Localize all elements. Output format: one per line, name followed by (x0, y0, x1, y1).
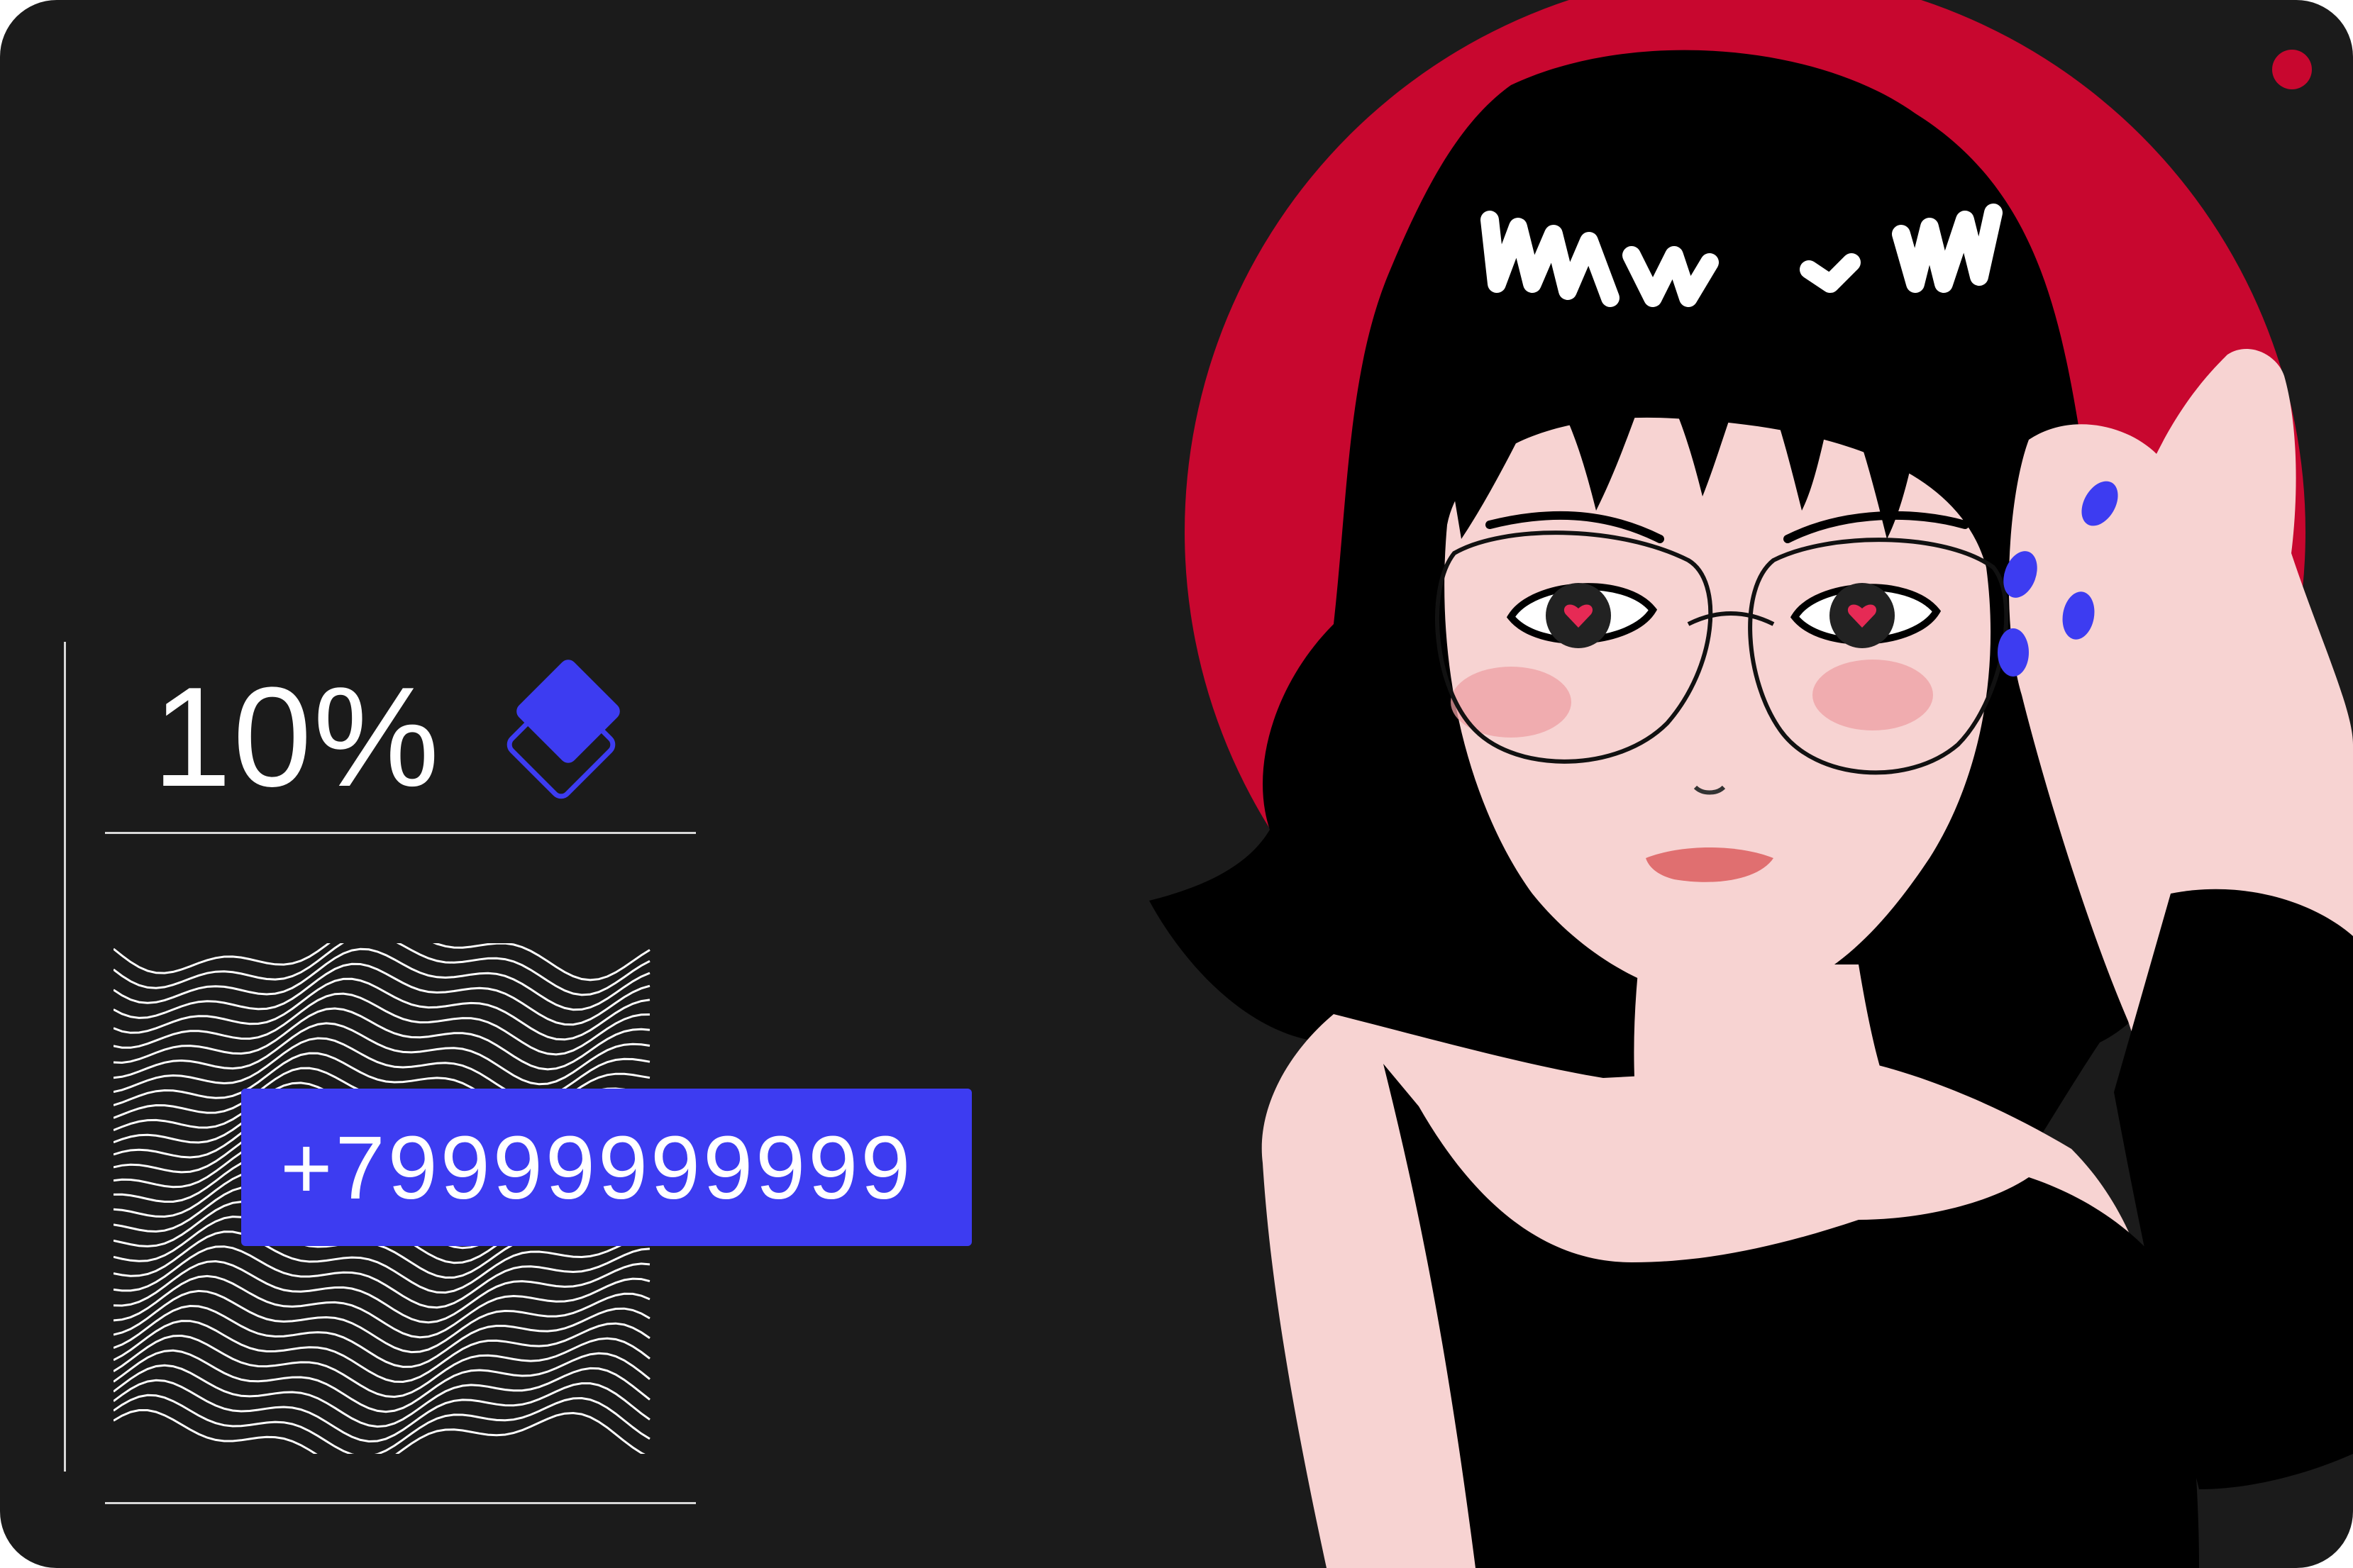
wave-line (114, 1409, 646, 1454)
right-cheek-blush (1812, 660, 1933, 730)
layers-icon (506, 660, 620, 799)
record-dot-icon (2272, 50, 2312, 89)
promo-card: 10% +79999999999 (0, 0, 2353, 1568)
wave-line (114, 1334, 650, 1399)
wave-line (114, 1394, 650, 1454)
wave-line (114, 1022, 650, 1086)
top-divider (105, 832, 696, 834)
discount-percentage: 10% (153, 658, 441, 816)
bottom-divider (105, 1502, 696, 1504)
left-cheek-blush (1451, 667, 1571, 738)
phone-number-field[interactable]: +79999999999 (241, 1089, 972, 1246)
wave-line (114, 943, 650, 996)
wave-line (114, 947, 650, 1011)
wave-line (114, 943, 650, 982)
left-frame-line (64, 642, 66, 1472)
wave-line (114, 962, 650, 1026)
nail-4 (1998, 628, 2029, 677)
